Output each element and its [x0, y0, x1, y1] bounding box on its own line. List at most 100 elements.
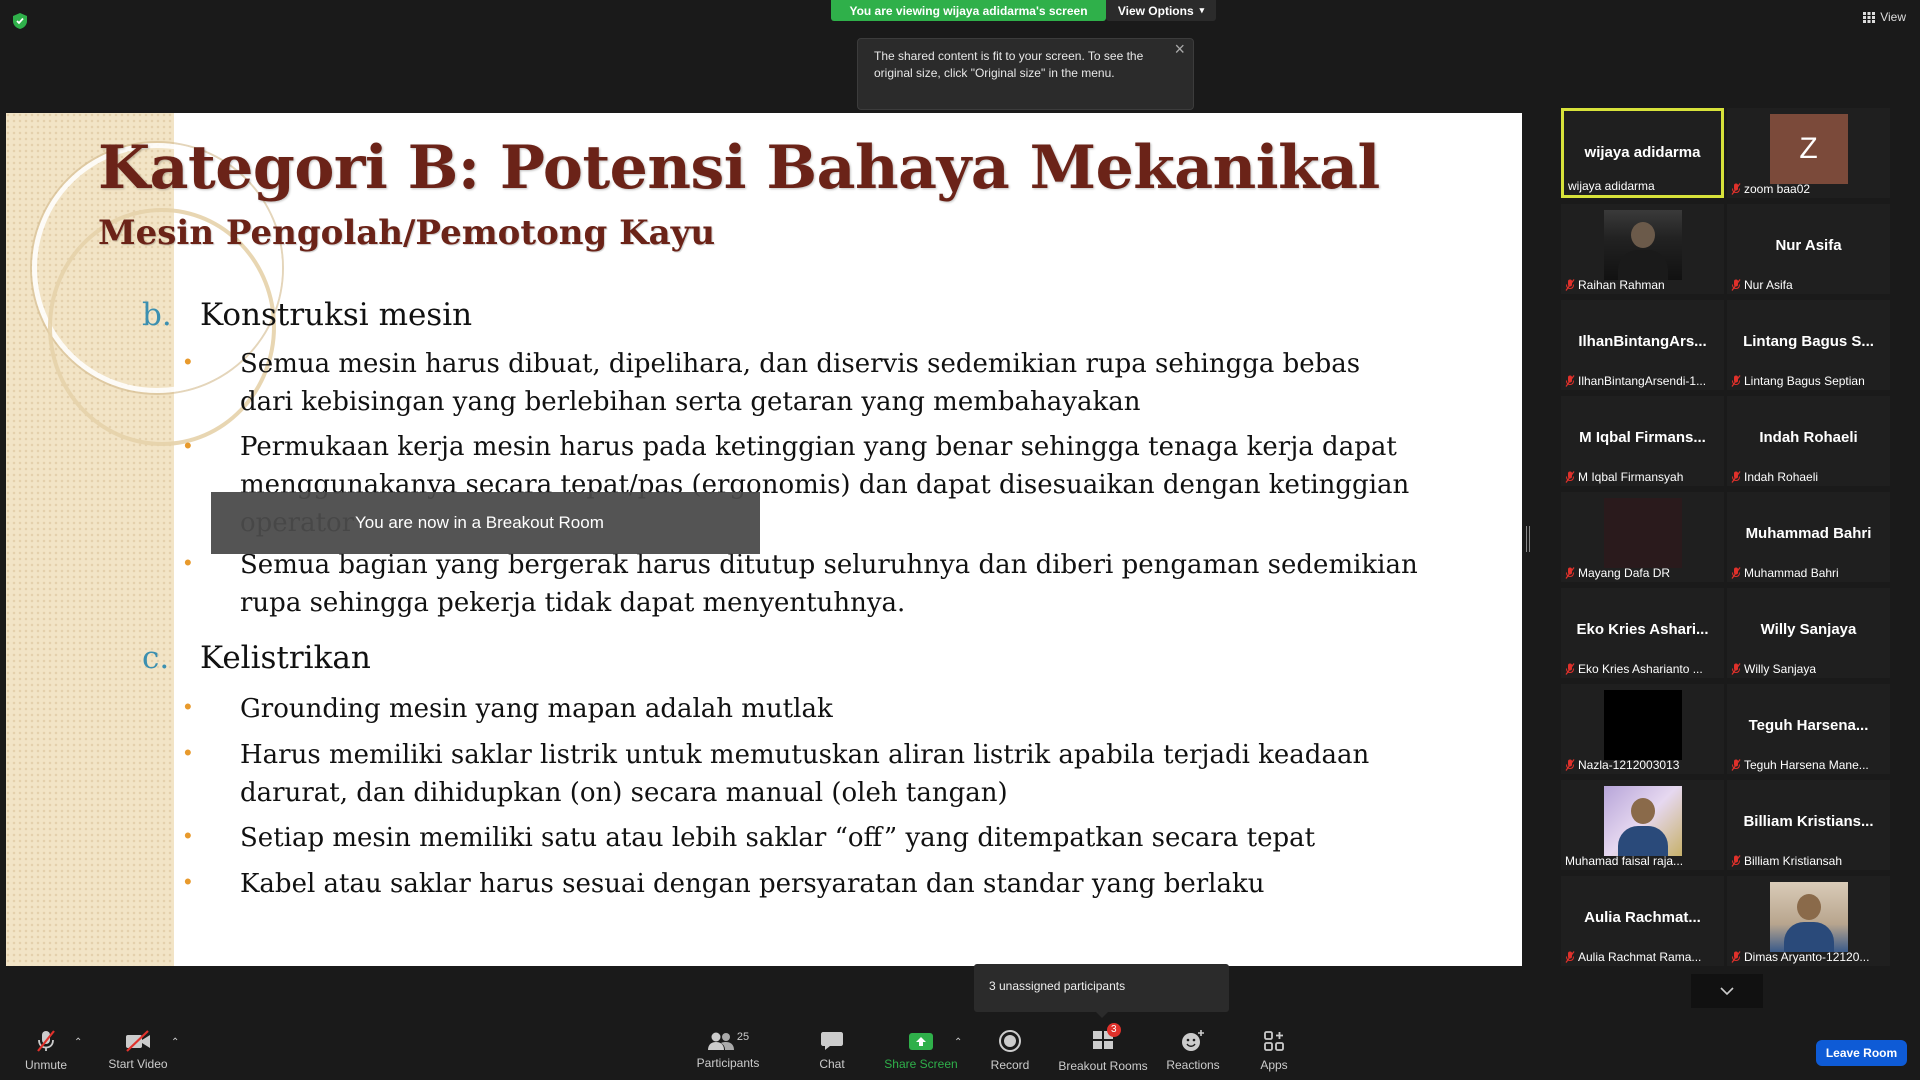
- microphone-muted-icon: [1565, 663, 1575, 675]
- breakout-count-badge: 3: [1107, 1022, 1121, 1037]
- participant-display-name: Willy Sanjaya: [1760, 621, 1857, 638]
- participant-tile[interactable]: Mayang Dafa DR: [1561, 492, 1724, 582]
- gallery-next-page-button[interactable]: [1691, 974, 1763, 1008]
- participant-name-label: Eko Kries Asharianto ...: [1565, 662, 1703, 676]
- participant-name: Dimas Aryanto-12120...: [1744, 950, 1870, 964]
- participant-tile[interactable]: M Iqbal Firmans... M Iqbal Firmansyah: [1561, 396, 1724, 486]
- microphone-muted-icon: [1731, 855, 1741, 867]
- apps-label: Apps: [1260, 1058, 1288, 1072]
- participant-name: IlhanBintangArsendi-1...: [1578, 374, 1707, 388]
- fit-screen-tooltip: The shared content is fit to your screen…: [857, 38, 1194, 110]
- record-button[interactable]: Record: [986, 1021, 1034, 1080]
- participant-tile[interactable]: Muhamad faisal raja...: [1561, 780, 1724, 870]
- participant-tile[interactable]: Zzoom baa02: [1727, 108, 1890, 198]
- video-thumbnail: [1603, 498, 1682, 568]
- unassigned-participants-tooltip: 3 unassigned participants: [974, 964, 1229, 1012]
- microphone-muted-icon: [1565, 375, 1575, 387]
- bullet-text: Kabel atau saklar harus sesuai dengan pe…: [240, 869, 1265, 899]
- participants-button[interactable]: 25 Participants: [690, 1021, 766, 1080]
- bullet-icon: •: [184, 869, 192, 894]
- reactions-button[interactable]: Reactions: [1162, 1021, 1224, 1080]
- participant-name-label: Billiam Kristiansah: [1731, 854, 1842, 868]
- microphone-muted-icon: [37, 1030, 55, 1052]
- resize-handle[interactable]: [1526, 526, 1530, 552]
- participant-tile[interactable]: Aulia Rachmat... Aulia Rachmat Rama...: [1561, 876, 1724, 966]
- participant-tile[interactable]: Indah Rohaeli Indah Rohaeli: [1727, 396, 1890, 486]
- apps-button[interactable]: Apps: [1254, 1021, 1294, 1080]
- security-shield-icon[interactable]: [12, 12, 28, 30]
- participant-tile[interactable]: Nur Asifa Nur Asifa: [1727, 204, 1890, 294]
- video-options-caret-icon[interactable]: ⌃: [171, 1037, 179, 1048]
- participant-tile[interactable]: Eko Kries Ashari... Eko Kries Asharianto …: [1561, 588, 1724, 678]
- chat-label: Chat: [819, 1057, 845, 1071]
- share-screen-label: Share Screen: [884, 1057, 958, 1071]
- participant-tile[interactable]: Lintang Bagus S... Lintang Bagus Septian: [1727, 300, 1890, 390]
- view-options-label: View Options: [1117, 3, 1194, 18]
- chevron-down-icon: [1720, 986, 1734, 995]
- participant-tile[interactable]: IlhanBintangArs... IlhanBintangArsendi-1.…: [1561, 300, 1724, 390]
- participant-tile[interactable]: Willy Sanjaya Willy Sanjaya: [1727, 588, 1890, 678]
- section-heading: Kelistrikan: [200, 640, 371, 676]
- close-icon[interactable]: ×: [1174, 40, 1185, 58]
- breakout-rooms-label: Breakout Rooms: [1058, 1058, 1148, 1073]
- share-screen-button[interactable]: Share Screen: [882, 1021, 960, 1080]
- participant-name-label: zoom baa02: [1731, 182, 1810, 196]
- breakout-rooms-button[interactable]: 3 Breakout Rooms: [1056, 1021, 1150, 1080]
- participant-display-name: Muhammad Bahri: [1745, 525, 1872, 542]
- video-thumbnail: [1603, 690, 1682, 760]
- participant-name: Billiam Kristiansah: [1744, 854, 1843, 868]
- start-video-button[interactable]: Start Video: [104, 1021, 172, 1080]
- participant-name: Teguh Harsena Mane...: [1744, 758, 1869, 772]
- participant-tile[interactable]: Raihan Rahman: [1561, 204, 1724, 294]
- microphone-muted-icon: [1731, 567, 1741, 579]
- participant-name-label: Teguh Harsena Mane...: [1731, 758, 1869, 772]
- person-silhouette: [1630, 798, 1655, 824]
- person-silhouette: [1783, 922, 1834, 952]
- chat-button[interactable]: Chat: [812, 1021, 852, 1080]
- view-button[interactable]: View: [1863, 10, 1906, 24]
- section-letter: c.: [142, 640, 170, 676]
- participant-name: Nazla-1212003013: [1578, 758, 1680, 772]
- participant-tile[interactable]: Nazla-1212003013: [1561, 684, 1724, 774]
- bullet-text: Setiap mesin memiliki satu atau lebih sa…: [240, 823, 1316, 853]
- meeting-toolbar: Unmute ⌃ Start Video ⌃ 25 Participants C…: [0, 1021, 1920, 1080]
- slide-title: Kategori B: Potensi Bahaya Mekanikal: [98, 133, 1380, 203]
- microphone-muted-icon: [1731, 663, 1741, 675]
- share-options-caret-icon[interactable]: ⌃: [954, 1037, 962, 1048]
- bullet-text: Grounding mesin yang mapan adalah mutlak: [240, 694, 833, 724]
- participant-display-name: IlhanBintangArs...: [1578, 333, 1707, 350]
- participant-name-label: Willy Sanjaya: [1731, 662, 1816, 676]
- microphone-muted-icon: [1565, 279, 1575, 291]
- participants-icon: [707, 1032, 734, 1050]
- bullet-text: Semua bagian yang bergerak harus ditutup…: [240, 550, 1418, 618]
- record-icon: [999, 1030, 1021, 1052]
- record-label: Record: [990, 1058, 1030, 1072]
- participant-display-name: Teguh Harsena...: [1748, 717, 1869, 734]
- participant-tile[interactable]: Muhammad Bahri Muhammad Bahri: [1727, 492, 1890, 582]
- participants-count: 25: [736, 1031, 750, 1043]
- bullet-icon: •: [184, 349, 192, 374]
- participant-name: Willy Sanjaya: [1744, 662, 1817, 676]
- participant-display-name: Aulia Rachmat...: [1584, 909, 1701, 926]
- participant-name-label: Muhamad faisal raja...: [1565, 854, 1683, 868]
- participant-tile[interactable]: wijaya adidarma wijaya adidarma: [1561, 108, 1724, 198]
- bullet-text: Semua mesin harus dibuat, dipelihara, da…: [240, 349, 1361, 417]
- audio-options-caret-icon[interactable]: ⌃: [74, 1037, 82, 1048]
- participant-name: Muhamad faisal raja...: [1565, 854, 1684, 868]
- bullet-text: Harus memiliki saklar listrik untuk memu…: [240, 740, 1370, 808]
- leave-room-button[interactable]: Leave Room: [1816, 1040, 1907, 1066]
- unmute-button[interactable]: Unmute: [18, 1021, 74, 1080]
- breakout-room-toast: You are now in a Breakout Room: [211, 492, 760, 554]
- participant-tile[interactable]: Dimas Aryanto-12120...: [1727, 876, 1890, 966]
- participant-tile[interactable]: Teguh Harsena... Teguh Harsena Mane...: [1727, 684, 1890, 774]
- participant-tile[interactable]: Billiam Kristians... Billiam Kristiansah: [1727, 780, 1890, 870]
- section-letter: b.: [142, 297, 172, 333]
- view-options-button[interactable]: View Options ▾: [1106, 0, 1216, 21]
- participant-name-label: Raihan Rahman: [1565, 278, 1665, 292]
- video-thumbnail: [1603, 210, 1682, 280]
- grid-view-icon: [1863, 11, 1876, 23]
- participant-name-label: wijaya adidarma: [1568, 179, 1655, 193]
- participant-name-label: Nur Asifa: [1731, 278, 1793, 292]
- tooltip-text: The shared content is fit to your screen…: [874, 49, 1144, 80]
- person-silhouette: [1630, 222, 1655, 248]
